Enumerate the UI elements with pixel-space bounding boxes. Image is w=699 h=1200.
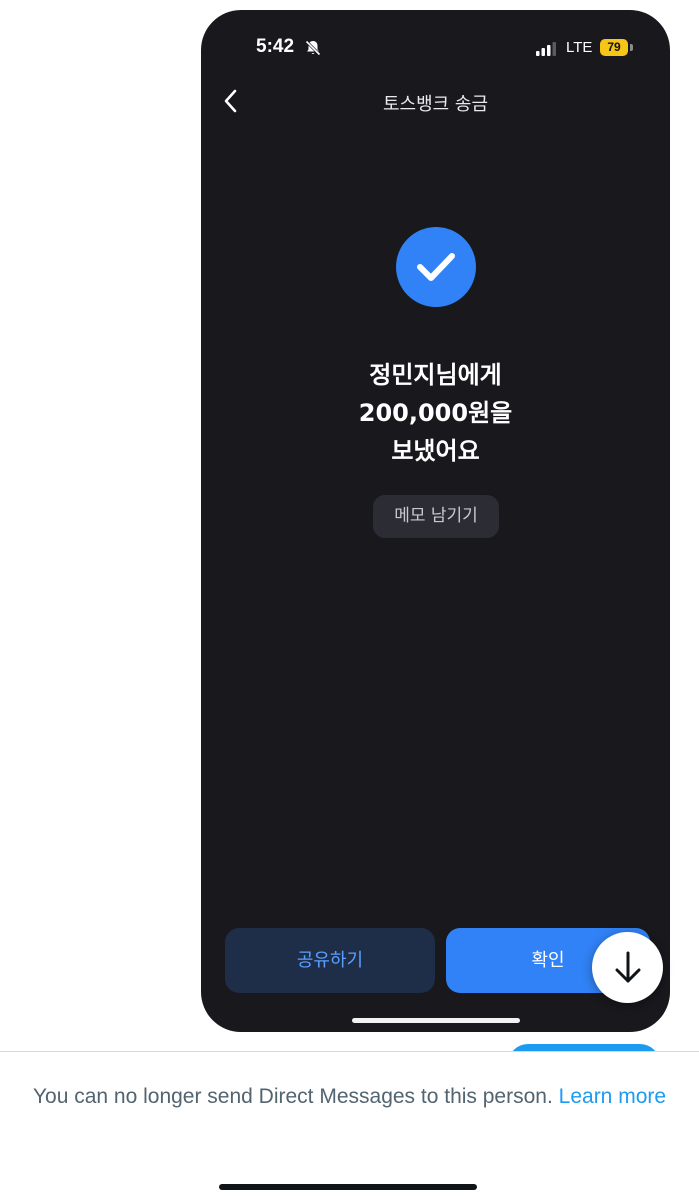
amount-line: 200,000원을 [358, 399, 513, 427]
home-indicator [219, 1184, 477, 1190]
transfer-result-message: 정민지님에게 200,000원을 보냈어요 [201, 356, 670, 470]
status-time: 5:42 [256, 36, 295, 57]
dm-disabled-notice: You can no longer send Direct Messages t… [20, 1080, 679, 1113]
share-button[interactable]: 공유하기 [225, 928, 435, 993]
scroll-to-bottom-button[interactable] [592, 932, 663, 1003]
embedded-screenshot[interactable]: 5:42 LTE 79 토스뱅크 송금 정민지님에게 200,000원을 보냈어… [201, 10, 670, 1032]
nav-title: 토스뱅크 송금 [382, 94, 489, 115]
dm-conversation-view: 5:42 LTE 79 토스뱅크 송금 정민지님에게 200,000원을 보냈어… [0, 0, 699, 1200]
dm-disabled-panel: You can no longer send Direct Messages t… [0, 1051, 699, 1200]
success-badge [396, 227, 476, 307]
bell-slash-icon [305, 40, 321, 56]
sent-line: 보냈어요 [391, 437, 480, 465]
check-icon [417, 253, 455, 281]
battery-tip [630, 44, 633, 51]
arrow-down-icon [615, 951, 641, 983]
battery-indicator: 79 [600, 39, 628, 56]
learn-more-link[interactable]: Learn more [559, 1085, 666, 1108]
network-label: LTE [566, 39, 593, 56]
dm-disabled-text: You can no longer send Direct Messages t… [32, 1085, 553, 1108]
recipient-line: 정민지님에게 [369, 361, 502, 389]
leave-memo-button[interactable]: 메모 남기기 [373, 495, 499, 538]
phone-home-indicator [352, 1018, 520, 1023]
signal-bars-icon [536, 42, 556, 56]
